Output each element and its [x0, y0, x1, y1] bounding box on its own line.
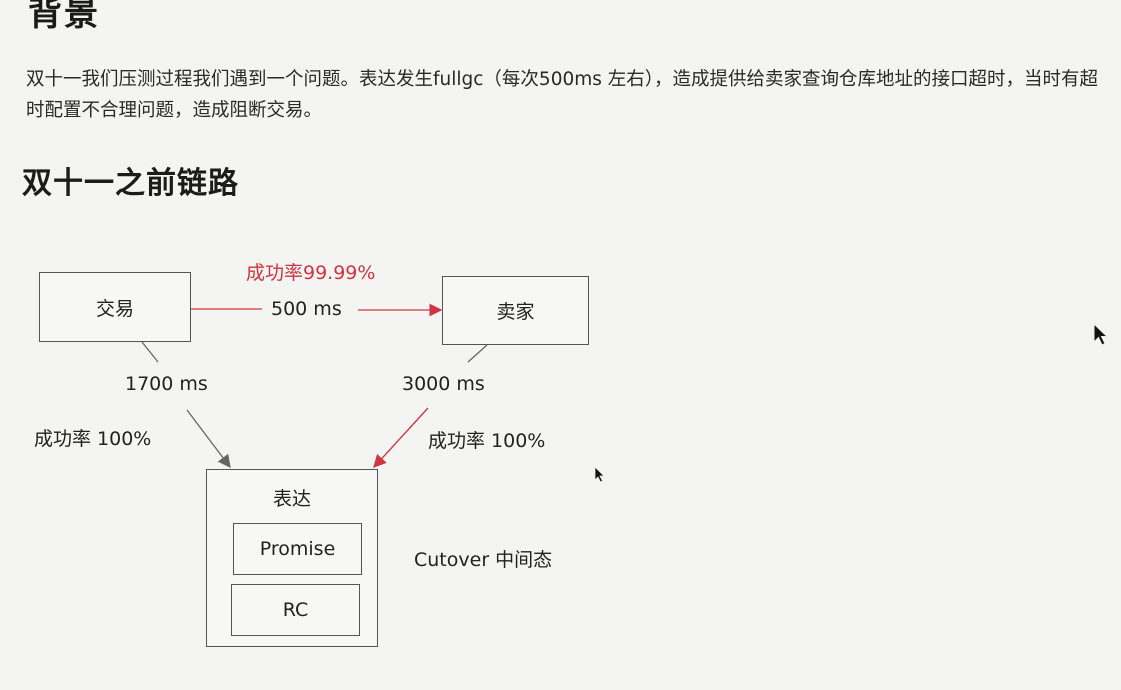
edge-seller-expression-latency: 3000 ms: [402, 373, 485, 395]
node-promise: Promise: [233, 523, 362, 575]
edge-trade-seller-success: 成功率99.99%: [246, 262, 376, 284]
diagram-connectors: [141, 303, 488, 469]
edge-trade-expression-latency: 1700 ms: [125, 373, 208, 395]
edge-trade-expression-top: [141, 341, 159, 363]
node-seller: 卖家: [442, 276, 589, 345]
node-trade: 交易: [39, 272, 191, 342]
mouse-pointer-icon: [1093, 323, 1109, 346]
edge-seller-expression-success: 成功率 100%: [428, 430, 546, 452]
node-expression: 表达 Promise RC: [206, 469, 378, 647]
cutover-note: Cutover 中间态: [414, 549, 553, 571]
edge-trade-seller-latency: 500 ms: [271, 298, 342, 320]
edge-seller-expression-bottom: [373, 407, 429, 468]
text-cursor-icon: [594, 466, 605, 483]
edge-trade-expression-success: 成功率 100%: [34, 428, 152, 450]
node-rc: RC: [231, 584, 360, 636]
edge-trade-expression-bottom: [186, 409, 231, 469]
edge-seller-expression-top: [467, 344, 488, 363]
node-expression-label: 表达: [272, 488, 311, 510]
